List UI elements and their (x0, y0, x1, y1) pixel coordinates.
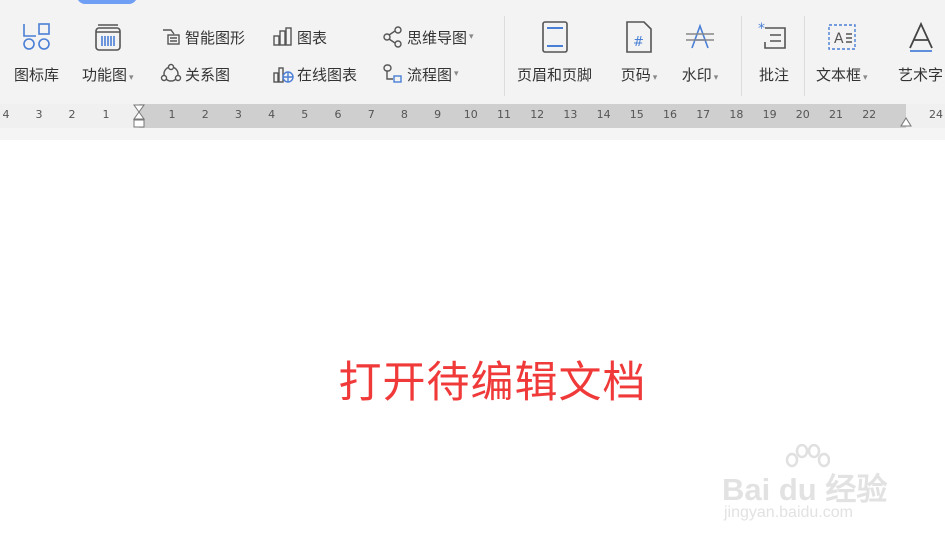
relationship-chart-label: 关系图 (185, 65, 231, 84)
text-box-button[interactable]: A 文本框 ▾ (816, 18, 868, 85)
ruler-tick-label: 15 (629, 108, 644, 121)
watermark-dropdown-icon[interactable]: ▾ (714, 73, 719, 83)
watermark-button[interactable]: 水印 ▾ (681, 18, 719, 85)
mind-map-button[interactable]: 思维导图 ▾ (382, 26, 474, 48)
svg-text:#: # (633, 35, 644, 50)
online-chart-button[interactable]: 在线图表 (272, 63, 357, 85)
mind-map-dropdown-icon[interactable]: ▾ (469, 32, 474, 42)
document-body-text[interactable]: 打开待编辑文档 (0, 348, 945, 410)
ruler-tick-label: 2 (201, 108, 209, 121)
word-art-label: 艺术字 (898, 66, 944, 84)
function-chart-label: 功能图 (82, 66, 128, 84)
flowchart-label: 流程图 (407, 65, 453, 84)
ruler-tick-label: 16 (663, 108, 677, 121)
comment-label: 批注 (758, 66, 789, 84)
ruler-tick-label: 12 (530, 108, 545, 121)
watermark-logo-text: Bai du 经验 (722, 472, 888, 507)
ruler-tick-label: 17 (696, 108, 711, 121)
ruler-tick-label: 4 (2, 108, 10, 121)
ruler-tick-label: 5 (301, 108, 309, 121)
flowchart-icon (382, 63, 404, 85)
ruler-tick-label: 2 (68, 108, 76, 121)
function-chart-icon (89, 18, 127, 56)
smart-graphic-icon (160, 26, 182, 48)
watermark-label: 水印 (681, 66, 712, 84)
icon-library-label: 图标库 (14, 66, 60, 84)
ruler-tick-label: 7 (367, 108, 375, 121)
flowchart-dropdown-icon[interactable]: ▾ (454, 69, 459, 79)
ruler-tick-label: 3 (234, 108, 242, 121)
mind-map-icon (382, 26, 404, 48)
text-box-dropdown-icon[interactable]: ▾ (863, 73, 868, 83)
text-box-icon: A (823, 18, 861, 56)
relationship-chart-icon (160, 63, 182, 85)
text-box-label: 文本框 (816, 66, 862, 84)
page-number-label: 页码 (620, 66, 651, 84)
online-chart-icon (272, 63, 294, 85)
svg-text:*: * (758, 21, 765, 37)
watermark-icon (681, 18, 719, 56)
icon-library-icon (18, 18, 56, 56)
ruler-tick-label: 21 (829, 108, 843, 121)
ruler-tick-label: 9 (434, 108, 442, 121)
ruler-tick-label: 18 (729, 108, 744, 121)
ruler-tick-label: 1 (102, 108, 110, 121)
page-number-button[interactable]: # 页码 ▾ (620, 18, 658, 85)
relationship-chart-button[interactable]: 关系图 (160, 63, 230, 85)
ruler-tick-label: 1 (168, 108, 176, 121)
svg-text:A: A (834, 31, 844, 47)
function-chart-button[interactable]: 功能图 ▾ (82, 18, 134, 85)
smart-graphic-label: 智能图形 (185, 28, 246, 47)
chart-button[interactable]: 图表 (272, 26, 327, 48)
page-top-gap (0, 128, 945, 140)
word-art-button[interactable]: 艺术字 (898, 18, 943, 85)
watermark-url: jingyan.baidu.com (724, 504, 853, 521)
comment-button[interactable]: * 批注 (755, 18, 793, 85)
header-footer-button[interactable]: 页眉和页脚 (517, 18, 592, 85)
ruler-tick-label: 13 (563, 108, 578, 121)
page-number-dropdown-icon[interactable]: ▾ (653, 73, 658, 83)
mind-map-label: 思维导图 (407, 28, 468, 47)
ribbon-separator (504, 16, 505, 96)
horizontal-ruler[interactable]: 4 3 2 1 1 2 3 4 5 6 7 8 9 10 11 12 13 14 15 16 17 18 19 20 21 22 2… (0, 104, 945, 128)
header-footer-label: 页眉和页脚 (517, 66, 593, 84)
indent-marker-icon[interactable] (132, 104, 146, 128)
ribbon-separator (804, 16, 805, 96)
ruler-tick-label: 6 (334, 108, 342, 121)
online-chart-label: 在线图表 (297, 65, 358, 84)
chart-icon (272, 26, 294, 48)
ruler-tick-label: 3 (35, 108, 43, 121)
ruler-tick-label: 22 (862, 108, 877, 121)
ribbon-separator (741, 16, 742, 96)
function-chart-dropdown-icon[interactable]: ▾ (129, 73, 134, 83)
ruler-tick-label: 19 (762, 108, 777, 121)
icon-library-button[interactable]: 图标库 (14, 18, 59, 85)
header-footer-icon (536, 18, 574, 56)
right-indent-marker-icon[interactable] (899, 114, 913, 128)
page-number-icon: # (620, 18, 658, 56)
ruler-tick-label: 20 (795, 108, 810, 121)
chart-label: 图表 (297, 28, 328, 47)
comment-icon: * (755, 18, 793, 56)
active-tab-indicator[interactable] (77, 0, 137, 4)
word-art-icon (902, 18, 940, 56)
ruler-text-area (139, 104, 906, 128)
smart-graphic-button[interactable]: 智能图形 (160, 26, 245, 48)
ruler-tick-label: 11 (497, 108, 511, 121)
ribbon-toolbar: 图标库 功能图 ▾ 智能图形 关系图 图表 在线图表 思维导图 ▾ 流程图 ▾ … (0, 0, 945, 104)
flowchart-button[interactable]: 流程图 ▾ (382, 63, 459, 85)
ruler-tick-label: 8 (400, 108, 408, 121)
ruler-tick-label: 14 (596, 108, 611, 121)
ruler-tick-label: 10 (463, 108, 478, 121)
ruler-tick-label: 4 (268, 108, 276, 121)
ruler-tick-label: 24 (929, 108, 943, 121)
